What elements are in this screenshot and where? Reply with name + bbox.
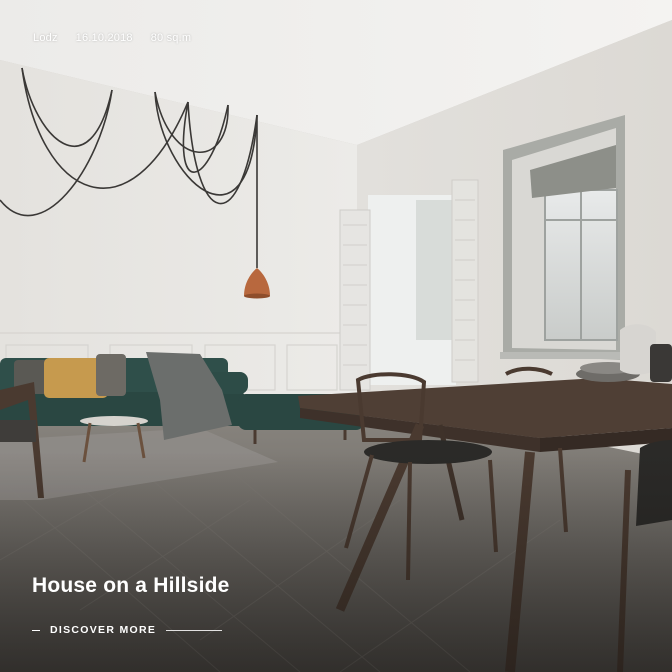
project-date: 16.10.2018 [75,32,133,44]
discover-more-label: DISCOVER MORE [50,624,157,636]
project-city: Lodz [33,32,58,44]
cta-line-left [32,629,40,631]
project-area: 80 sq.m [150,32,192,44]
project-title[interactable]: House on a Hillside [32,574,230,598]
discover-more-link[interactable]: DISCOVER MORE [32,624,223,636]
project-meta: Lodz 16.10.2018 80 sq.m [33,32,191,44]
cta-line-right [166,629,223,631]
bottom-gradient [0,452,672,672]
project-card[interactable]: Lodz 16.10.2018 80 sq.m House on a Hills… [0,0,672,672]
